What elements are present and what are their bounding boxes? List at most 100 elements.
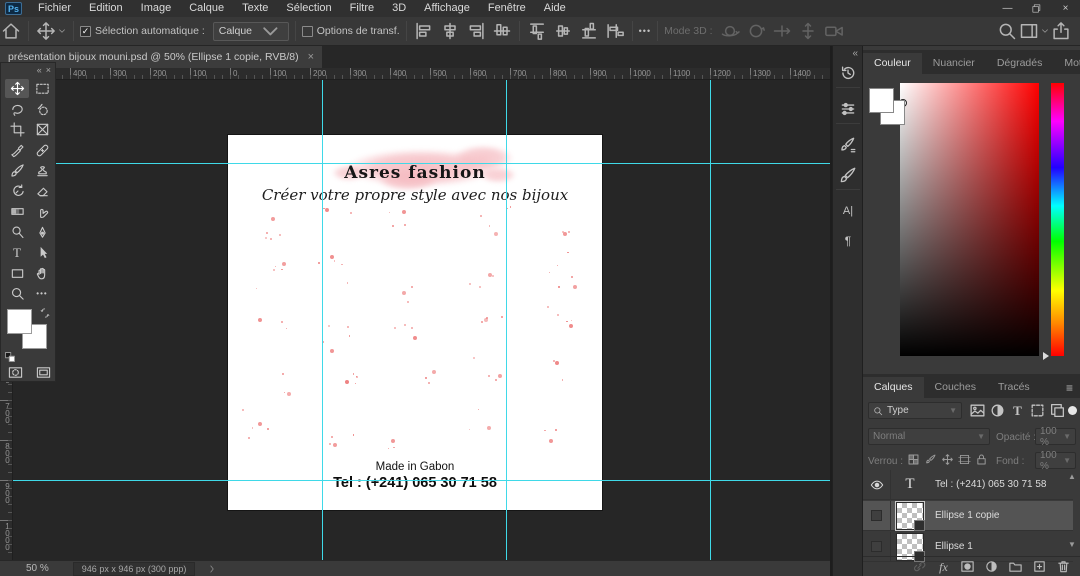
menu-texte[interactable]: Texte bbox=[233, 0, 277, 17]
type-tool[interactable]: T bbox=[5, 243, 29, 262]
eyedropper-tool[interactable] bbox=[5, 141, 29, 160]
eraser-tool[interactable] bbox=[30, 182, 54, 201]
align-middle-v-icon[interactable] bbox=[491, 21, 513, 41]
layer-effects-icon[interactable]: fx bbox=[936, 559, 951, 574]
filter-image-icon[interactable] bbox=[969, 402, 986, 419]
menu-edition[interactable]: Edition bbox=[80, 0, 132, 17]
collapse-panels-icon[interactable]: « bbox=[852, 48, 858, 59]
distribute-bottom-icon[interactable] bbox=[578, 21, 600, 41]
brush-tool[interactable] bbox=[5, 161, 29, 180]
layers-panel-menu-icon[interactable]: ≡ bbox=[1066, 381, 1080, 398]
tab-couches[interactable]: Couches bbox=[924, 377, 987, 398]
restore-window-icon[interactable] bbox=[1022, 0, 1051, 17]
lock-brush-icon[interactable] bbox=[924, 453, 937, 466]
character-icon[interactable]: A| bbox=[839, 202, 857, 220]
minimize-window-icon[interactable]: — bbox=[993, 0, 1022, 17]
lock-artboard-icon[interactable] bbox=[958, 453, 971, 466]
distribute-center-v-icon[interactable] bbox=[552, 21, 574, 41]
search-icon[interactable] bbox=[996, 21, 1018, 41]
canvas-area[interactable]: Asres fashion Créer votre propre style a… bbox=[13, 80, 830, 560]
tab-calques[interactable]: Calques bbox=[863, 377, 924, 398]
tab-couleur[interactable]: Couleur bbox=[863, 53, 922, 74]
tab-trac-s[interactable]: Tracés bbox=[987, 377, 1041, 398]
path-selection-tool[interactable] bbox=[30, 243, 54, 262]
scroll-up-icon[interactable]: ▲ bbox=[1066, 472, 1078, 482]
menu-fen-tre[interactable]: Fenêtre bbox=[479, 0, 535, 17]
camera-3d-icon[interactable] bbox=[823, 21, 845, 41]
artboard[interactable]: Asres fashion Créer votre propre style a… bbox=[228, 135, 602, 510]
gradient-tool[interactable] bbox=[5, 202, 29, 221]
crop-tool[interactable] bbox=[5, 120, 29, 139]
clone-stamp-tool[interactable] bbox=[30, 161, 54, 180]
tab-nuancier[interactable]: Nuancier bbox=[922, 53, 986, 74]
new-group-icon[interactable] bbox=[1008, 559, 1023, 574]
auto-select-option[interactable]: ✓ Sélection automatique : bbox=[80, 25, 205, 37]
hue-slider-handle[interactable] bbox=[1043, 352, 1049, 360]
dodge-tool[interactable] bbox=[5, 223, 29, 242]
quick-selection-tool[interactable] bbox=[30, 100, 54, 119]
menu-aide[interactable]: Aide bbox=[535, 0, 575, 17]
share-icon[interactable] bbox=[1050, 21, 1072, 41]
status-options-icon[interactable] bbox=[207, 564, 217, 574]
move-tool[interactable] bbox=[5, 79, 29, 98]
close-toolbox-icon[interactable]: × bbox=[46, 65, 51, 75]
visibility-eye-icon[interactable] bbox=[863, 470, 891, 500]
move-tool-preset-icon[interactable] bbox=[35, 21, 57, 41]
filter-adjustment-icon[interactable] bbox=[989, 402, 1006, 419]
filter-toggle[interactable] bbox=[1068, 406, 1077, 415]
menu-fichier[interactable]: Fichier bbox=[29, 0, 80, 17]
menu-filtre[interactable]: Filtre bbox=[341, 0, 383, 17]
new-layer-icon[interactable] bbox=[1032, 559, 1047, 574]
visibility-toggle-empty[interactable] bbox=[863, 501, 891, 531]
smudge-tool[interactable] bbox=[30, 202, 54, 221]
filter-shape-icon[interactable] bbox=[1029, 402, 1046, 419]
target-select[interactable]: Calque bbox=[213, 22, 289, 41]
horizontal-guide[interactable] bbox=[13, 480, 830, 481]
distribute-left-icon[interactable] bbox=[604, 21, 626, 41]
horizontal-ruler[interactable]: 4003002001000100200300400500600700800900… bbox=[13, 68, 830, 80]
brushes-icon[interactable] bbox=[839, 166, 857, 184]
show-transform-option[interactable]: Options de transf. bbox=[302, 25, 400, 37]
home-icon[interactable] bbox=[0, 21, 22, 41]
opacity-field[interactable]: 100 % ▼ bbox=[1035, 428, 1076, 445]
fill-field[interactable]: 100 % ▼ bbox=[1035, 452, 1076, 469]
filter-text-icon[interactable]: T bbox=[1009, 402, 1026, 419]
layer-row-ellipse-1-copie[interactable]: Ellipse 1 copie bbox=[863, 501, 1073, 531]
more-tools[interactable]: ••• bbox=[30, 284, 54, 303]
brush-settings-icon[interactable] bbox=[839, 136, 857, 154]
delete-layer-icon[interactable] bbox=[1056, 559, 1071, 574]
auto-select-checkbox[interactable]: ✓ bbox=[80, 26, 91, 37]
align-left-icon[interactable] bbox=[413, 21, 435, 41]
foreground-color-swatch[interactable] bbox=[7, 309, 32, 334]
zoom-level-field[interactable]: 50 % bbox=[26, 563, 49, 574]
properties-icon[interactable] bbox=[839, 100, 857, 118]
lock-transparency-icon[interactable] bbox=[907, 453, 920, 466]
workspace-icon[interactable] bbox=[1018, 21, 1040, 41]
distribute-top-icon[interactable] bbox=[526, 21, 548, 41]
orbit-3d-icon[interactable] bbox=[719, 21, 741, 41]
swap-colors-icon[interactable] bbox=[39, 307, 51, 319]
screen-mode-icon[interactable] bbox=[31, 363, 55, 382]
tab-d-grad-s[interactable]: Dégradés bbox=[986, 53, 1054, 74]
menu-s-lection[interactable]: Sélection bbox=[277, 0, 340, 17]
shape-tool[interactable] bbox=[5, 264, 29, 283]
collapse-toolbox-icon[interactable]: « bbox=[37, 65, 42, 75]
chevron-down-icon[interactable] bbox=[1040, 26, 1050, 36]
vertical-guide[interactable] bbox=[710, 80, 711, 560]
horizontal-guide[interactable] bbox=[13, 163, 830, 164]
transform-checkbox[interactable] bbox=[302, 26, 313, 37]
quick-mask-icon[interactable] bbox=[3, 363, 27, 382]
align-center-h-icon[interactable] bbox=[439, 21, 461, 41]
more-align-options-button[interactable]: ••• bbox=[639, 26, 651, 36]
vertical-guide[interactable] bbox=[506, 80, 507, 560]
link-layers-icon[interactable] bbox=[912, 559, 927, 574]
lasso-tool[interactable] bbox=[5, 100, 29, 119]
menu-affichage[interactable]: Affichage bbox=[415, 0, 479, 17]
slide-3d-icon[interactable] bbox=[797, 21, 819, 41]
menu-3d[interactable]: 3D bbox=[383, 0, 415, 17]
menu-calque[interactable]: Calque bbox=[180, 0, 233, 17]
layer-thumbnail[interactable]: T bbox=[891, 476, 929, 493]
zoom-tool[interactable] bbox=[5, 284, 29, 303]
menu-image[interactable]: Image bbox=[132, 0, 181, 17]
close-window-icon[interactable]: × bbox=[1051, 0, 1080, 17]
